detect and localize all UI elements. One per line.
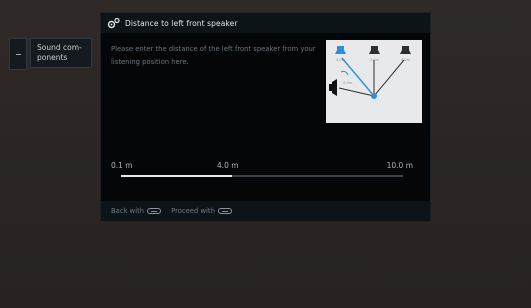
back-label: Back with	[111, 207, 145, 215]
distance-dialog: Distance to left front speaker Please en…	[100, 12, 431, 222]
dialog-footer: Back with Proceed with	[101, 201, 430, 221]
scale-current-label: 4.0 m	[217, 161, 239, 170]
back-hint[interactable]: Back with	[111, 207, 162, 215]
dialog-title: Distance to left front speaker	[125, 18, 238, 28]
distance-scale: 0.1 m 4.0 m 10.0 m	[111, 161, 413, 171]
dialog-header: Distance to left front speaker	[101, 13, 430, 33]
side-distance-label: 2.0m	[343, 81, 353, 85]
listener-position-icon	[371, 93, 377, 99]
center-speaker-icon	[369, 46, 380, 54]
sidebar-collapse-button[interactable]	[9, 38, 27, 70]
dash-icon	[15, 53, 21, 55]
scale-min-label: 0.1 m	[111, 161, 133, 170]
right-front-speaker-icon	[400, 46, 411, 54]
distance-slider-fill	[121, 175, 233, 177]
proceed-label: Proceed with	[171, 207, 215, 215]
scale-max-label: 10.0 m	[386, 161, 413, 170]
breadcrumb-sound-components[interactable]: Sound com- ponents	[30, 38, 92, 68]
gear-icon	[107, 17, 120, 29]
instruction-text: Please enter the distance of the left fr…	[111, 45, 316, 66]
speaker-distance-label: 3.0m	[370, 58, 380, 62]
distance-slider[interactable]	[121, 175, 403, 177]
proceed-hint[interactable]: Proceed with	[171, 207, 232, 215]
speaker-diagram: 4.0m 3.0m 4.0m 2.0m	[326, 40, 422, 123]
remote-back-key-icon	[147, 208, 162, 214]
left-front-speaker-icon	[335, 46, 346, 54]
breadcrumb-label: Sound com- ponents	[37, 43, 82, 62]
remote-ok-key-icon	[217, 208, 232, 214]
side-speaker-icon	[329, 79, 337, 96]
